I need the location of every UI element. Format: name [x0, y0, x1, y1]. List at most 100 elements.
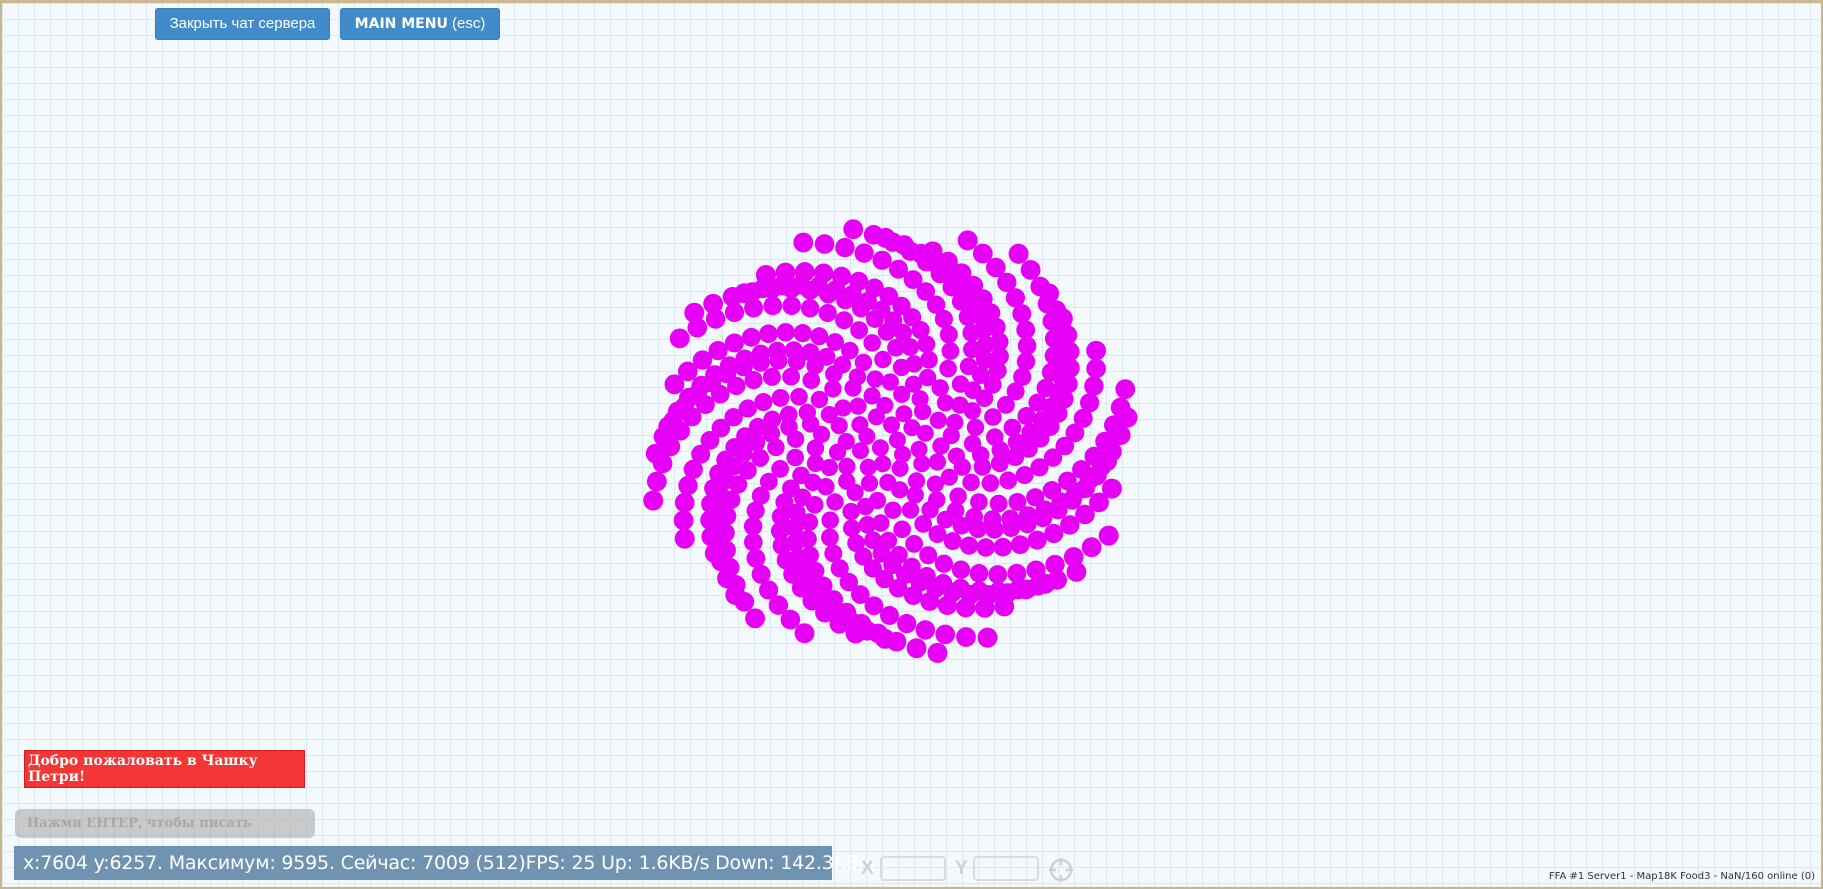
player-cell [1052, 308, 1073, 329]
player-cell [843, 519, 861, 537]
player-cell [744, 532, 763, 552]
player-cell [874, 455, 892, 473]
player-cell [1086, 358, 1106, 379]
player-cell [990, 454, 1009, 473]
player-cell [1110, 425, 1131, 445]
player-cell [999, 471, 1018, 490]
player-cell [988, 565, 1008, 584]
player-cell [989, 494, 1008, 513]
close-server-chat-button[interactable]: Закрыть чат сервера [155, 8, 330, 40]
player-cell [1081, 537, 1102, 558]
player-cell [673, 510, 694, 531]
player-cell [821, 528, 839, 547]
game-canvas[interactable]: Закрыть чат сервера MAIN MENU (esc) Добр… [0, 0, 1823, 889]
player-cell [977, 627, 998, 648]
player-cell [658, 416, 679, 437]
player-cell [1084, 376, 1104, 396]
player-cell [854, 243, 874, 263]
player-cell [851, 416, 869, 434]
player-cell [881, 373, 899, 391]
player-cell [919, 546, 938, 565]
player-cell [928, 525, 947, 543]
player-cell [724, 333, 744, 353]
player-cell [841, 341, 859, 360]
player-cell [952, 516, 971, 535]
y-coord-label: Y [955, 858, 968, 879]
main-menu-button[interactable]: MAIN MENU (esc) [340, 8, 500, 40]
main-menu-label: MAIN MENU [354, 16, 448, 32]
player-cell [894, 235, 914, 255]
player-cell [858, 516, 877, 534]
main-menu-hint: (esc) [447, 15, 486, 32]
player-cell [782, 296, 801, 316]
crosshair-icon[interactable] [1048, 857, 1074, 883]
player-cell [820, 406, 838, 424]
player-cell [874, 350, 892, 369]
player-cell [725, 584, 746, 605]
player-cell [852, 442, 869, 460]
x-coord-label: X [861, 858, 874, 879]
player-cell [1101, 478, 1122, 499]
player-cell [957, 230, 978, 251]
player-cell [880, 606, 899, 625]
player-cell [645, 443, 666, 464]
player-cell [884, 501, 902, 519]
player-cell [963, 402, 982, 420]
player-cell [832, 266, 852, 286]
player-cell [916, 424, 934, 442]
player-cell [800, 299, 820, 318]
player-cell [972, 243, 993, 264]
y-coord-input[interactable] [973, 856, 1039, 881]
player-cell [846, 483, 864, 502]
player-cell [1016, 320, 1036, 340]
player-cell [875, 227, 896, 248]
player-cell [674, 492, 695, 513]
player-cell [835, 237, 855, 258]
player-cell [817, 348, 836, 366]
player-cell [895, 405, 913, 423]
player-cell [891, 459, 909, 477]
player-cell [1001, 518, 1021, 537]
player-cell [784, 341, 803, 360]
x-coord-input[interactable] [880, 856, 946, 881]
player-cell [849, 271, 869, 291]
player-cell [906, 638, 927, 659]
player-cell [838, 457, 856, 475]
player-cell [905, 535, 923, 553]
player-cell [801, 343, 820, 362]
welcome-message: Добро пожаловать в Чашку Петри! [24, 750, 305, 788]
player-cell [935, 624, 955, 645]
player-cell [1059, 341, 1080, 362]
player-cell [918, 368, 937, 387]
player-cell [929, 411, 947, 429]
player-cell [734, 283, 755, 304]
player-cell [703, 293, 723, 314]
player-cell [875, 628, 895, 649]
player-cell [798, 403, 816, 422]
player-cell [903, 586, 923, 605]
player-cell [835, 311, 854, 330]
player-cell [849, 397, 867, 415]
player-cell [1057, 325, 1078, 345]
player-cell [701, 526, 721, 547]
player-cell [843, 219, 864, 240]
player-cell [751, 344, 771, 364]
player-cell [901, 501, 920, 519]
player-cell [969, 564, 989, 583]
player-cell [1117, 407, 1138, 428]
player-cell [763, 296, 783, 316]
player-cell [863, 334, 881, 352]
player-cell [985, 520, 1004, 539]
player-cell [793, 324, 812, 343]
player-cell [779, 405, 798, 424]
player-cell [794, 623, 815, 644]
player-cell [1080, 393, 1100, 413]
player-cell [966, 418, 985, 437]
player-cell [854, 353, 873, 372]
chat-input[interactable] [15, 809, 315, 838]
player-cell [1010, 535, 1030, 555]
player-cell [1097, 451, 1117, 471]
player-cell [968, 520, 987, 538]
player-cell [704, 543, 725, 564]
player-cell [746, 501, 765, 520]
